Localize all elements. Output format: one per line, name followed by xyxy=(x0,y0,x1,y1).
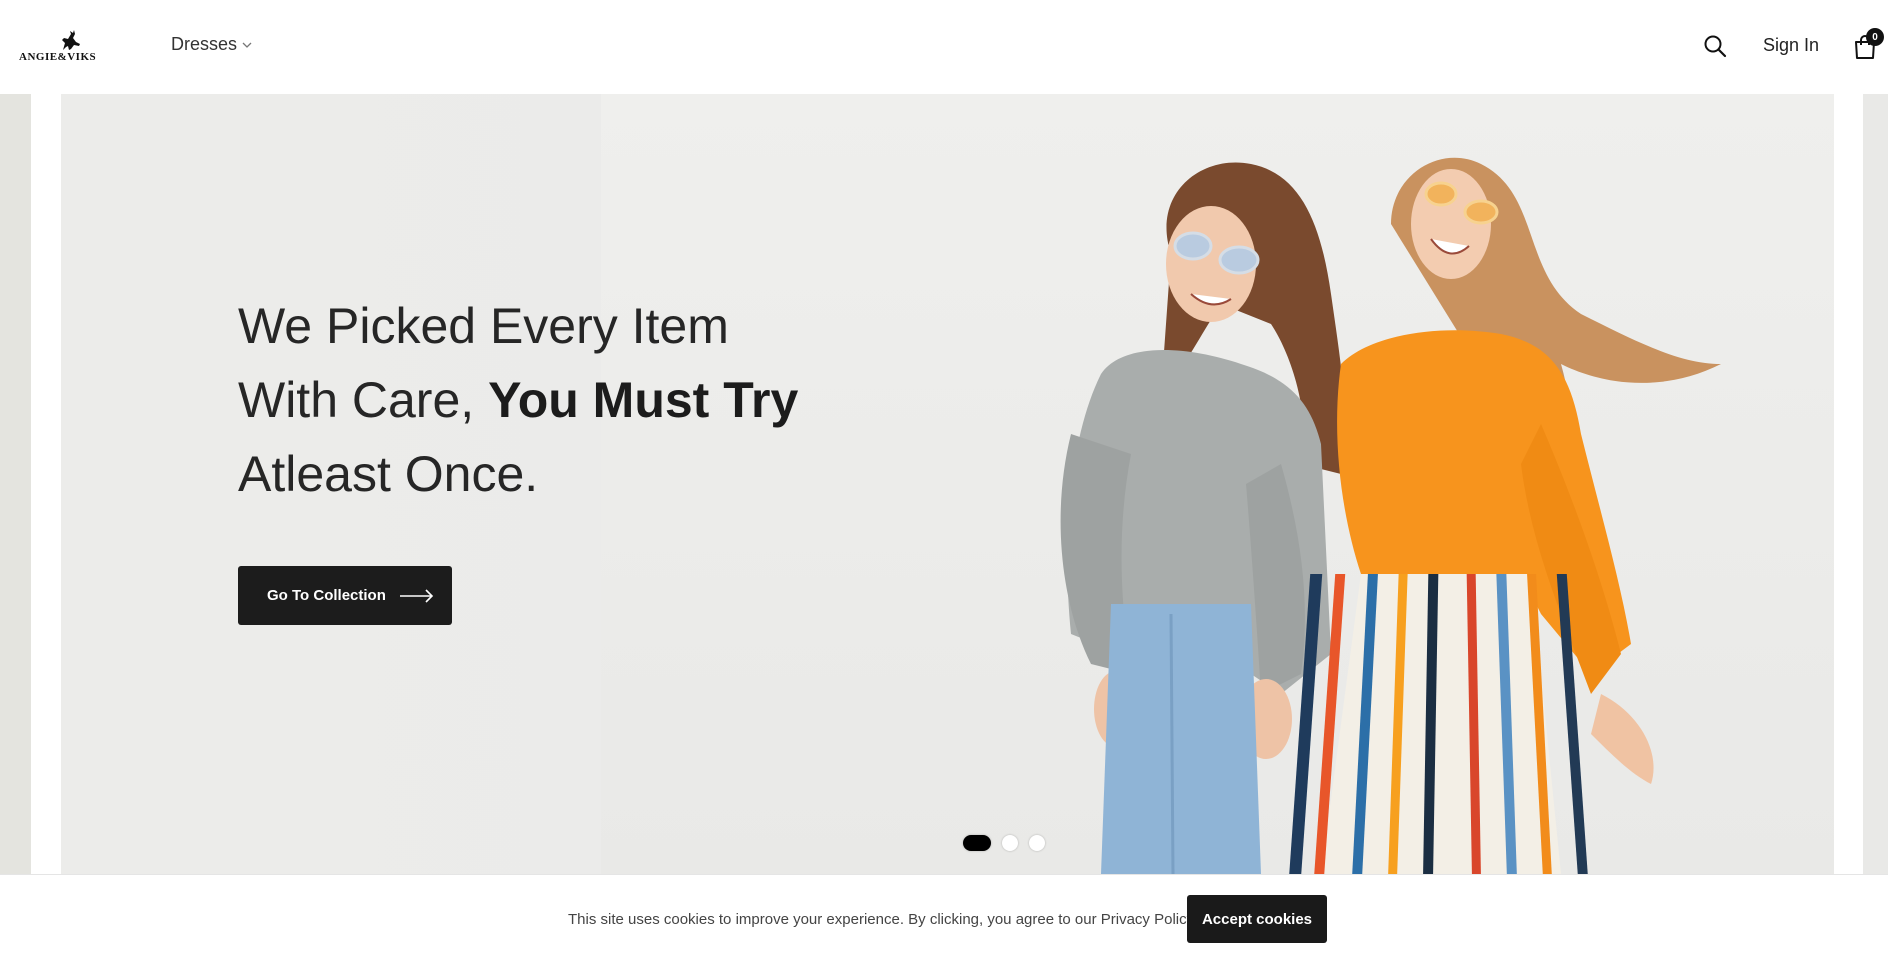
cookie-banner: This site uses cookies to improve your e… xyxy=(0,874,1888,957)
previous-slide-peek[interactable] xyxy=(0,94,31,874)
go-to-collection-button[interactable]: Go To Collection xyxy=(238,566,452,625)
hero-headline-line2-regular: With Care, xyxy=(238,372,489,428)
next-slide-peek[interactable] xyxy=(1863,94,1888,874)
slider-dot-2[interactable] xyxy=(1002,835,1018,851)
hero-photo xyxy=(1060,157,1721,874)
hero-slider: We Picked Every Item With Care, You Must… xyxy=(0,94,1888,874)
cart-count-badge: 0 xyxy=(1866,28,1884,46)
site-header: ANGIE&VIKS Dresses Sign In 0 xyxy=(0,0,1888,94)
cookie-message: This site uses cookies to improve your e… xyxy=(568,911,1198,928)
slider-pagination xyxy=(963,835,1045,851)
deer-logo-icon xyxy=(62,30,80,50)
brand-name: ANGIE&VIKS xyxy=(19,51,97,63)
arrow-right-icon xyxy=(399,588,434,603)
search-icon[interactable] xyxy=(1703,34,1727,58)
hero-slide: We Picked Every Item With Care, You Must… xyxy=(61,94,1834,874)
go-to-collection-label: Go To Collection xyxy=(267,587,386,604)
hero-headline: We Picked Every Item With Care, You Must… xyxy=(238,289,798,511)
hero-headline-line3: Atleast Once. xyxy=(238,446,539,502)
chevron-down-icon xyxy=(242,42,252,48)
nav-dresses-label: Dresses xyxy=(171,34,238,54)
brand-logo[interactable]: ANGIE&VIKS xyxy=(19,30,117,66)
sign-in-link[interactable]: Sign In xyxy=(1763,35,1819,56)
hero-headline-line1: We Picked Every Item xyxy=(238,298,729,354)
striped-skirt xyxy=(1289,574,1588,874)
slider-dot-1[interactable] xyxy=(963,835,991,851)
hero-headline-line2: With Care, You Must Try xyxy=(238,363,798,437)
hero-headline-line2-bold: You Must Try xyxy=(488,372,799,428)
accept-cookies-button[interactable]: Accept cookies xyxy=(1187,895,1327,943)
nav-dresses[interactable]: Dresses xyxy=(171,34,253,55)
slider-dot-3[interactable] xyxy=(1029,835,1045,851)
